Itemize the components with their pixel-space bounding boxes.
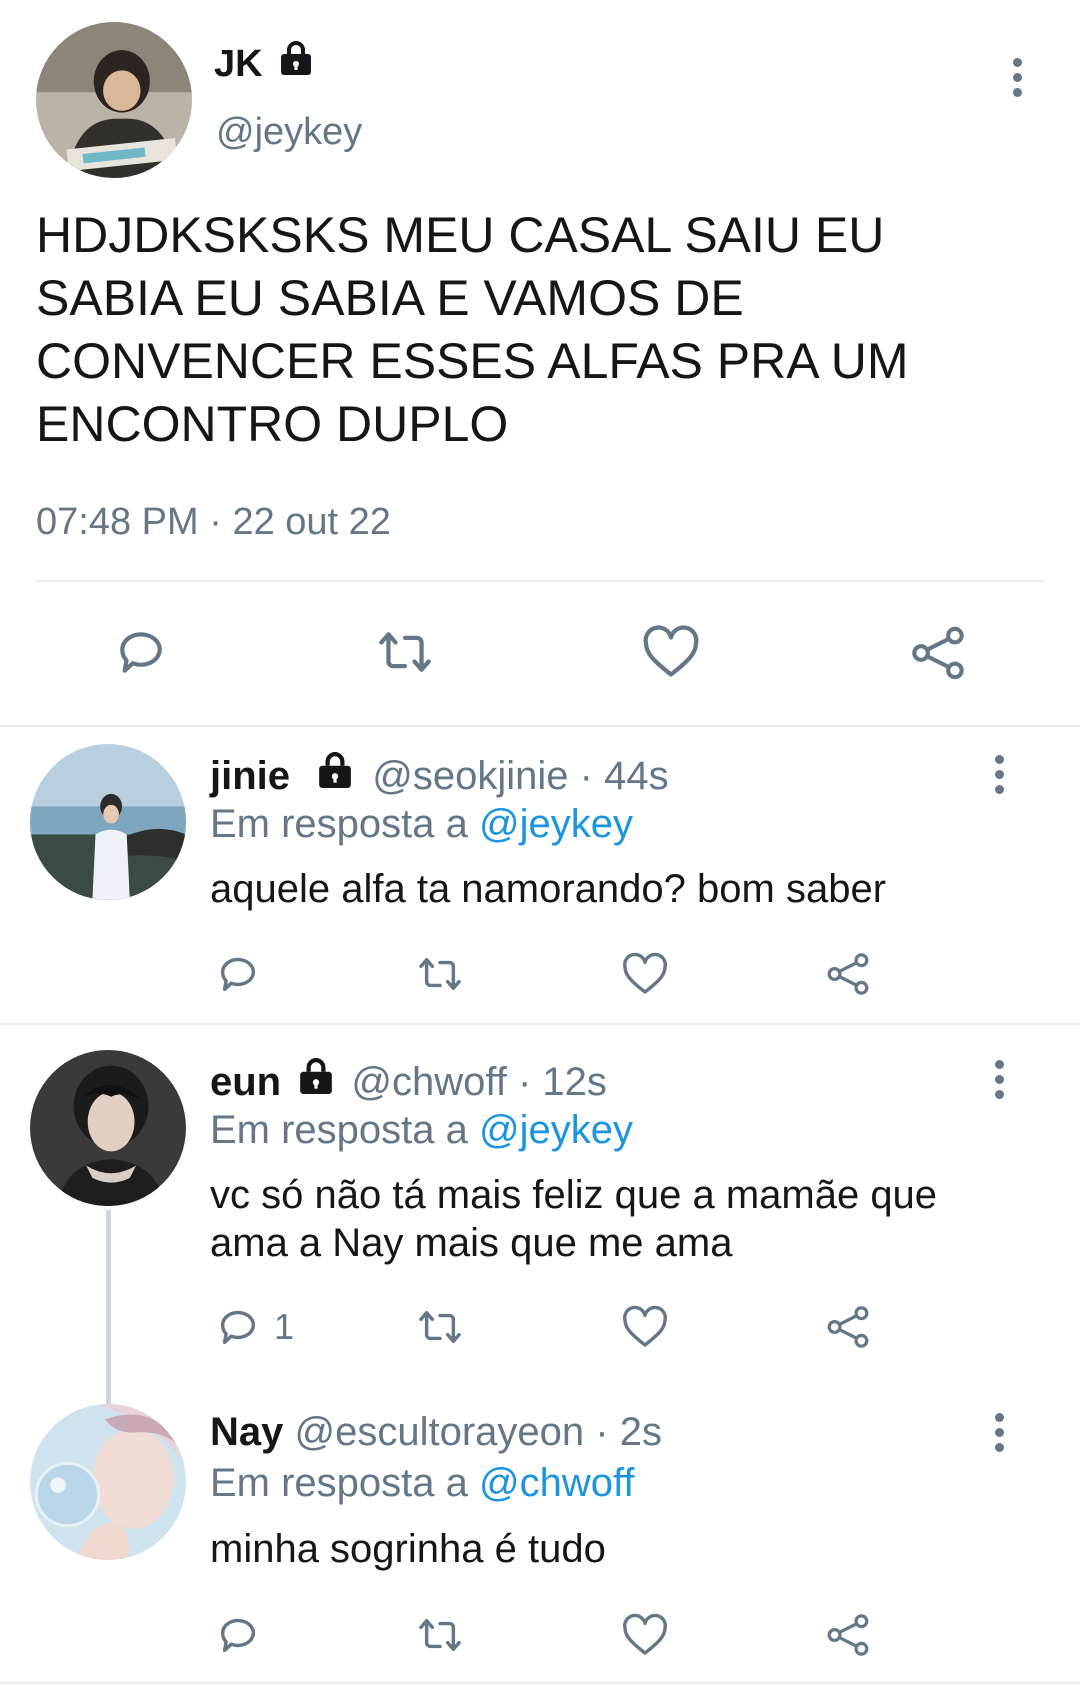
thread-line (106, 1210, 111, 1404)
like-button[interactable] (641, 624, 701, 680)
reply-button[interactable] (214, 951, 262, 997)
reply-to-link[interactable]: @jeykey (479, 802, 633, 846)
reply-avatar[interactable] (30, 744, 186, 900)
reply-prefix: Em resposta a (210, 802, 468, 846)
tweet-date: 22 out 22 (232, 501, 391, 543)
divider (0, 1023, 1080, 1025)
reply-context: Em resposta a @jeykey (210, 1106, 633, 1154)
reply-context: Em resposta a @jeykey (210, 800, 633, 848)
avatar-image (30, 1050, 186, 1206)
reply-prefix: Em resposta a (210, 1108, 468, 1152)
reply-header: eun @chwoff · 12s (210, 1057, 607, 1106)
reply-author-name[interactable]: Nay (210, 1410, 283, 1454)
retweet-icon (419, 1310, 461, 1344)
reply-to-link[interactable]: @chwoff (479, 1461, 635, 1505)
like-icon (623, 1305, 667, 1347)
reply-button[interactable] (111, 624, 171, 680)
share-button[interactable] (825, 1612, 871, 1658)
like-button[interactable] (621, 951, 669, 997)
reply-age: · 44s (579, 754, 669, 798)
main-tweet-handle[interactable]: @jeykey (216, 108, 362, 156)
retweet-button[interactable] (414, 953, 466, 995)
main-tweet-name[interactable]: JK (214, 43, 263, 85)
like-icon (623, 1613, 667, 1655)
divider (0, 725, 1080, 727)
reply-author-name[interactable]: jinie (210, 754, 290, 798)
main-tweet-avatar[interactable] (36, 22, 192, 178)
reply-avatar[interactable] (30, 1050, 186, 1206)
share-icon (827, 1306, 869, 1348)
reply-icon (220, 1618, 256, 1653)
reply-text: vc só não tá mais feliz que a mamãe que … (210, 1173, 938, 1265)
reply-count: 1 (274, 1306, 295, 1347)
like-button[interactable] (621, 1612, 669, 1658)
like-button[interactable] (621, 1304, 669, 1350)
reply-author-name[interactable]: eun (210, 1060, 281, 1104)
reply-age: · 2s (595, 1410, 662, 1454)
reply-icon (220, 1310, 256, 1345)
share-button[interactable] (909, 624, 967, 682)
lock-icon (279, 40, 313, 76)
reply-icon (120, 632, 162, 673)
lock-icon (296, 1057, 336, 1095)
time-separator: · (209, 501, 222, 543)
main-tweet-timestamp: 07:48 PM · 22 out 22 (36, 498, 391, 546)
main-tweet-separator (36, 580, 1044, 582)
retweet-button[interactable] (414, 1306, 466, 1348)
lock-icon (315, 751, 355, 789)
share-icon (912, 626, 964, 680)
reply-author-handle[interactable]: @chwoff (351, 1060, 507, 1104)
reply-text: minha sogrinha é tudo (210, 1527, 606, 1571)
avatar-image (30, 1404, 186, 1560)
more-icon[interactable] (993, 1413, 1005, 1458)
share-icon (827, 953, 869, 995)
reply-text: aquele alfa ta namorando? bom saber (210, 867, 887, 911)
reply-avatar[interactable] (30, 1404, 186, 1560)
share-button[interactable] (825, 1304, 871, 1350)
more-icon[interactable] (993, 755, 1005, 800)
reply-author-handle[interactable]: @escultorayeon (295, 1410, 585, 1454)
retweet-button[interactable] (373, 626, 437, 678)
more-icon[interactable] (1011, 58, 1023, 103)
tweet-time: 07:48 PM (36, 501, 199, 543)
reply-header: jinie @seokjinie · 44s (210, 751, 669, 800)
retweet-icon (419, 1618, 461, 1652)
reply-to-link[interactable]: @jeykey (479, 1108, 633, 1152)
divider (0, 1682, 1080, 1684)
reply-age: · 12s (518, 1060, 607, 1104)
main-tweet-text: HDJDKSKSKS MEU CASAL SAIU EU SABIA EU SA… (36, 207, 909, 452)
reply-header: Nay @escultorayeon · 2s (210, 1408, 662, 1456)
reply-context: Em resposta a @chwoff (210, 1459, 635, 1507)
avatar-image (36, 22, 192, 178)
share-button[interactable] (825, 951, 871, 997)
retweet-icon (419, 957, 461, 991)
like-icon (643, 625, 699, 677)
like-icon (623, 952, 667, 994)
reply-button[interactable]: 1 (214, 1304, 294, 1350)
more-icon[interactable] (993, 1060, 1005, 1105)
reply-prefix: Em resposta a (210, 1461, 468, 1505)
reply-author-handle[interactable]: @seokjinie (372, 754, 568, 798)
share-icon (827, 1614, 869, 1656)
reply-icon (220, 957, 256, 992)
avatar-image (30, 744, 186, 900)
reply-button[interactable] (214, 1612, 262, 1658)
retweet-button[interactable] (414, 1614, 466, 1656)
retweet-icon (379, 632, 431, 672)
